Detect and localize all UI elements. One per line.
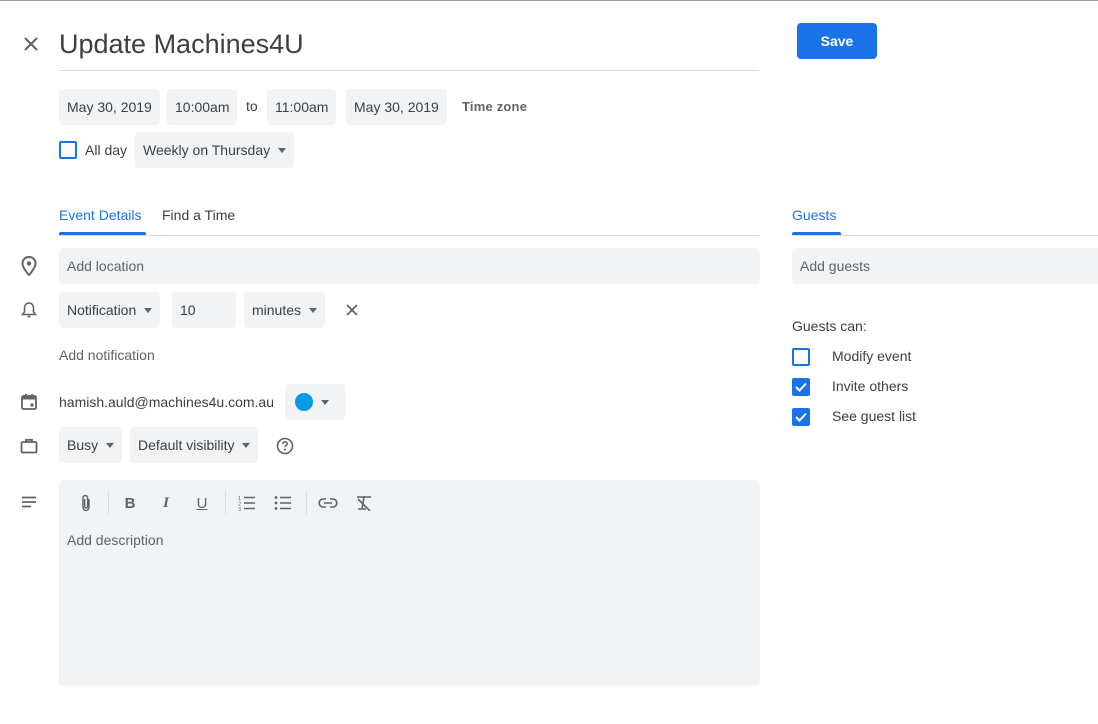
- toolbar-divider: [108, 491, 109, 515]
- remove-notification-icon[interactable]: [341, 299, 363, 321]
- timezone-button[interactable]: Time zone: [462, 99, 527, 114]
- notification-type-text: Notification: [67, 302, 137, 318]
- chevron-down-icon: [106, 442, 115, 448]
- add-guests-input[interactable]: Add guests: [792, 248, 1098, 284]
- start-time-button[interactable]: 10:00am: [167, 89, 238, 125]
- invite-others-checkbox[interactable]: [792, 378, 810, 396]
- start-time-text: 10:00am: [175, 99, 230, 115]
- chevron-down-icon: [309, 307, 318, 313]
- location-pin-icon: [18, 255, 40, 277]
- bell-icon: [18, 299, 40, 321]
- italic-icon[interactable]: I: [155, 492, 177, 514]
- event-title-input[interactable]: Update Machines4U: [59, 27, 759, 71]
- availability-dropdown[interactable]: Busy: [59, 427, 123, 463]
- end-date-text: May 30, 2019: [354, 99, 439, 115]
- event-color-dropdown[interactable]: [285, 384, 345, 420]
- end-date-button[interactable]: May 30, 2019: [346, 89, 447, 125]
- chevron-down-icon: [321, 399, 329, 405]
- notification-unit-text: minutes: [252, 302, 302, 318]
- attachment-icon[interactable]: [75, 492, 97, 514]
- allday-checkbox[interactable]: [59, 141, 77, 159]
- start-date-button[interactable]: May 30, 2019: [59, 89, 160, 125]
- to-label: to: [246, 98, 258, 114]
- availability-text: Busy: [67, 437, 99, 453]
- bold-icon[interactable]: B: [119, 492, 141, 514]
- description-placeholder: Add description: [67, 532, 164, 548]
- end-time-text: 11:00am: [275, 99, 329, 115]
- see-guest-list-checkbox[interactable]: [792, 408, 810, 426]
- clear-formatting-icon[interactable]: [353, 492, 375, 514]
- calendar-icon: [18, 391, 40, 413]
- numbered-list-icon[interactable]: 123: [236, 492, 258, 514]
- briefcase-icon: [18, 435, 40, 457]
- close-icon[interactable]: [20, 33, 42, 55]
- visibility-text: Default visibility: [138, 437, 235, 453]
- save-button[interactable]: Save: [797, 23, 877, 59]
- end-time-button[interactable]: 11:00am: [267, 89, 337, 125]
- chevron-down-icon: [144, 307, 153, 313]
- notification-value-text: 10: [180, 302, 196, 318]
- tab-find-a-time[interactable]: Find a Time: [162, 207, 235, 223]
- modify-event-label: Modify event: [832, 348, 912, 364]
- tabs-underline: [59, 235, 759, 236]
- guests-permissions-title: Guests can:: [792, 318, 867, 334]
- modify-event-checkbox[interactable]: [792, 348, 810, 366]
- chevron-down-icon: [278, 147, 287, 153]
- link-icon[interactable]: [317, 492, 339, 514]
- notification-value-input[interactable]: 10: [172, 292, 236, 328]
- save-button-label: Save: [820, 33, 854, 49]
- underline-icon[interactable]: U: [191, 492, 213, 514]
- color-swatch: [295, 393, 313, 411]
- toolbar-divider: [306, 491, 307, 515]
- see-guest-list-label: See guest list: [832, 408, 917, 424]
- add-guests-placeholder: Add guests: [800, 258, 871, 274]
- start-date-text: May 30, 2019: [67, 99, 152, 115]
- help-icon[interactable]: [274, 435, 296, 457]
- add-notification-button[interactable]: Add notification: [59, 347, 155, 363]
- invite-others-label: Invite others: [832, 378, 909, 394]
- recurrence-text: Weekly on Thursday: [143, 142, 271, 158]
- allday-label: All day: [85, 142, 128, 158]
- visibility-dropdown[interactable]: Default visibility: [130, 427, 259, 463]
- toolbar-divider: [225, 491, 226, 515]
- notification-type-dropdown[interactable]: Notification: [59, 292, 161, 328]
- location-input[interactable]: Add location: [59, 248, 760, 284]
- description-icon: [18, 491, 40, 513]
- tab-guests[interactable]: Guests: [792, 207, 836, 223]
- svg-text:3: 3: [238, 507, 241, 511]
- guests-tab-indicator: [792, 232, 841, 235]
- bulleted-list-icon[interactable]: [272, 492, 294, 514]
- tab-event-details[interactable]: Event Details: [59, 207, 141, 223]
- event-title-text: Update Machines4U: [59, 29, 304, 59]
- chevron-down-icon: [242, 442, 251, 448]
- location-placeholder: Add location: [67, 258, 145, 274]
- calendar-owner: hamish.auld@machines4u.com.au: [59, 394, 274, 410]
- notification-unit-dropdown[interactable]: minutes: [244, 292, 326, 328]
- recurrence-dropdown[interactable]: Weekly on Thursday: [135, 132, 295, 168]
- tab-active-indicator: [59, 232, 146, 235]
- guests-tab-underline: [792, 235, 1098, 236]
